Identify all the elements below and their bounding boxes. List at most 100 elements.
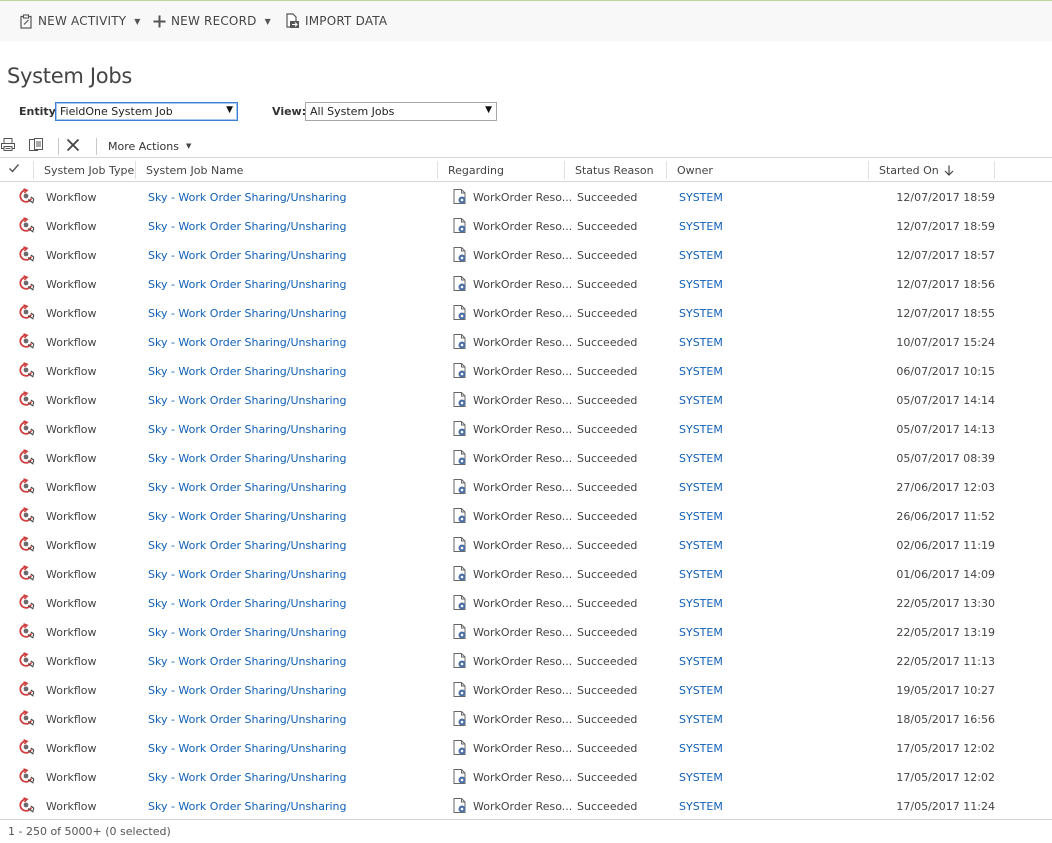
owner-link[interactable]: SYSTEM	[679, 452, 723, 465]
owner-link[interactable]: SYSTEM	[679, 539, 723, 552]
table-row[interactable]: Workflow Sky - Work Order Sharing/Unshari…	[0, 414, 1052, 443]
column-header-status-reason[interactable]: Status Reason	[575, 164, 654, 177]
table-row[interactable]: Workflow Sky - Work Order Sharing/Unshari…	[0, 501, 1052, 530]
regarding-cell[interactable]: WorkOrder Reso...	[473, 191, 572, 204]
regarding-cell[interactable]: WorkOrder Reso...	[473, 539, 572, 552]
system-job-name-link[interactable]: Sky - Work Order Sharing/Unsharing	[148, 394, 346, 407]
system-job-name-link[interactable]: Sky - Work Order Sharing/Unsharing	[148, 510, 346, 523]
table-row[interactable]: Workflow Sky - Work Order Sharing/Unshari…	[0, 385, 1052, 414]
system-job-name-link[interactable]: Sky - Work Order Sharing/Unsharing	[148, 191, 346, 204]
table-row[interactable]: Workflow Sky - Work Order Sharing/Unshari…	[0, 472, 1052, 501]
owner-link[interactable]: SYSTEM	[679, 597, 723, 610]
table-row[interactable]: Workflow Sky - Work Order Sharing/Unshari…	[0, 617, 1052, 646]
table-row[interactable]: Workflow Sky - Work Order Sharing/Unshari…	[0, 646, 1052, 675]
delete-button[interactable]	[66, 137, 80, 155]
print-button[interactable]	[1, 137, 15, 155]
table-row[interactable]: Workflow Sky - Work Order Sharing/Unshari…	[0, 791, 1052, 820]
owner-link[interactable]: SYSTEM	[679, 394, 723, 407]
regarding-cell[interactable]: WorkOrder Reso...	[473, 365, 572, 378]
regarding-cell[interactable]: WorkOrder Reso...	[473, 597, 572, 610]
table-row[interactable]: Workflow Sky - Work Order Sharing/Unshari…	[0, 240, 1052, 269]
owner-link[interactable]: SYSTEM	[679, 423, 723, 436]
table-row[interactable]: Workflow Sky - Work Order Sharing/Unshari…	[0, 559, 1052, 588]
system-job-name-link[interactable]: Sky - Work Order Sharing/Unsharing	[148, 307, 346, 320]
owner-link[interactable]: SYSTEM	[679, 336, 723, 349]
regarding-cell[interactable]: WorkOrder Reso...	[473, 626, 572, 639]
regarding-cell[interactable]: WorkOrder Reso...	[473, 684, 572, 697]
table-row[interactable]: Workflow Sky - Work Order Sharing/Unshari…	[0, 762, 1052, 791]
table-row[interactable]: Workflow Sky - Work Order Sharing/Unshari…	[0, 530, 1052, 559]
regarding-cell[interactable]: WorkOrder Reso...	[473, 800, 572, 813]
regarding-cell[interactable]: WorkOrder Reso...	[473, 423, 572, 436]
system-job-name-link[interactable]: Sky - Work Order Sharing/Unsharing	[148, 278, 346, 291]
table-row[interactable]: Workflow Sky - Work Order Sharing/Unshari…	[0, 704, 1052, 733]
system-job-name-link[interactable]: Sky - Work Order Sharing/Unsharing	[148, 742, 346, 755]
more-actions-button[interactable]: More Actions ▼	[108, 137, 191, 155]
system-job-name-link[interactable]: Sky - Work Order Sharing/Unsharing	[148, 684, 346, 697]
table-row[interactable]: Workflow Sky - Work Order Sharing/Unshari…	[0, 356, 1052, 385]
system-job-name-link[interactable]: Sky - Work Order Sharing/Unsharing	[148, 800, 346, 813]
owner-link[interactable]: SYSTEM	[679, 365, 723, 378]
system-job-name-link[interactable]: Sky - Work Order Sharing/Unsharing	[148, 423, 346, 436]
system-job-name-link[interactable]: Sky - Work Order Sharing/Unsharing	[148, 336, 346, 349]
view-select[interactable]: All System Jobs ▼	[305, 102, 497, 121]
column-header-started-on[interactable]: Started On	[879, 164, 954, 179]
regarding-cell[interactable]: WorkOrder Reso...	[473, 278, 572, 291]
regarding-cell[interactable]: WorkOrder Reso...	[473, 481, 572, 494]
table-row[interactable]: Workflow Sky - Work Order Sharing/Unshari…	[0, 443, 1052, 472]
regarding-cell[interactable]: WorkOrder Reso...	[473, 655, 572, 668]
table-row[interactable]: Workflow Sky - Work Order Sharing/Unshari…	[0, 269, 1052, 298]
system-job-name-link[interactable]: Sky - Work Order Sharing/Unsharing	[148, 365, 346, 378]
owner-link[interactable]: SYSTEM	[679, 771, 723, 784]
regarding-cell[interactable]: WorkOrder Reso...	[473, 394, 572, 407]
select-all-checkbox[interactable]	[8, 162, 20, 177]
table-row[interactable]: Workflow Sky - Work Order Sharing/Unshari…	[0, 588, 1052, 617]
regarding-cell[interactable]: WorkOrder Reso...	[473, 220, 572, 233]
column-header-regarding[interactable]: Regarding	[448, 164, 504, 177]
regarding-cell[interactable]: WorkOrder Reso...	[473, 307, 572, 320]
import-data-button[interactable]: IMPORT DATA	[285, 1, 387, 41]
system-job-name-link[interactable]: Sky - Work Order Sharing/Unsharing	[148, 713, 346, 726]
system-job-name-link[interactable]: Sky - Work Order Sharing/Unsharing	[148, 626, 346, 639]
regarding-cell[interactable]: WorkOrder Reso...	[473, 249, 572, 262]
table-row[interactable]: Workflow Sky - Work Order Sharing/Unshari…	[0, 675, 1052, 704]
owner-link[interactable]: SYSTEM	[679, 655, 723, 668]
table-row[interactable]: Workflow Sky - Work Order Sharing/Unshari…	[0, 182, 1052, 211]
table-row[interactable]: Workflow Sky - Work Order Sharing/Unshari…	[0, 733, 1052, 762]
entity-select[interactable]: FieldOne System Job ▼	[55, 102, 238, 121]
system-job-name-link[interactable]: Sky - Work Order Sharing/Unsharing	[148, 249, 346, 262]
owner-link[interactable]: SYSTEM	[679, 800, 723, 813]
export-button[interactable]	[29, 137, 43, 155]
owner-link[interactable]: SYSTEM	[679, 307, 723, 320]
owner-link[interactable]: SYSTEM	[679, 220, 723, 233]
owner-link[interactable]: SYSTEM	[679, 510, 723, 523]
system-job-name-link[interactable]: Sky - Work Order Sharing/Unsharing	[148, 568, 346, 581]
owner-link[interactable]: SYSTEM	[679, 684, 723, 697]
regarding-cell[interactable]: WorkOrder Reso...	[473, 452, 572, 465]
owner-link[interactable]: SYSTEM	[679, 249, 723, 262]
system-job-name-link[interactable]: Sky - Work Order Sharing/Unsharing	[148, 452, 346, 465]
column-header-system-job-name[interactable]: System Job Name	[146, 164, 243, 177]
regarding-cell[interactable]: WorkOrder Reso...	[473, 742, 572, 755]
new-activity-button[interactable]: NEW ACTIVITY ▼	[19, 1, 141, 41]
regarding-cell[interactable]: WorkOrder Reso...	[473, 568, 572, 581]
system-job-name-link[interactable]: Sky - Work Order Sharing/Unsharing	[148, 481, 346, 494]
column-header-owner[interactable]: Owner	[677, 164, 713, 177]
system-job-name-link[interactable]: Sky - Work Order Sharing/Unsharing	[148, 597, 346, 610]
table-row[interactable]: Workflow Sky - Work Order Sharing/Unshari…	[0, 211, 1052, 240]
owner-link[interactable]: SYSTEM	[679, 278, 723, 291]
table-row[interactable]: Workflow Sky - Work Order Sharing/Unshari…	[0, 327, 1052, 356]
owner-link[interactable]: SYSTEM	[679, 742, 723, 755]
regarding-cell[interactable]: WorkOrder Reso...	[473, 771, 572, 784]
new-record-button[interactable]: NEW RECORD ▼	[153, 1, 271, 41]
owner-link[interactable]: SYSTEM	[679, 626, 723, 639]
system-job-name-link[interactable]: Sky - Work Order Sharing/Unsharing	[148, 771, 346, 784]
column-header-system-job-type[interactable]: System Job Type	[44, 164, 134, 177]
owner-link[interactable]: SYSTEM	[679, 191, 723, 204]
regarding-cell[interactable]: WorkOrder Reso...	[473, 713, 572, 726]
table-row[interactable]: Workflow Sky - Work Order Sharing/Unshari…	[0, 298, 1052, 327]
system-job-name-link[interactable]: Sky - Work Order Sharing/Unsharing	[148, 539, 346, 552]
regarding-cell[interactable]: WorkOrder Reso...	[473, 510, 572, 523]
system-job-name-link[interactable]: Sky - Work Order Sharing/Unsharing	[148, 655, 346, 668]
owner-link[interactable]: SYSTEM	[679, 481, 723, 494]
